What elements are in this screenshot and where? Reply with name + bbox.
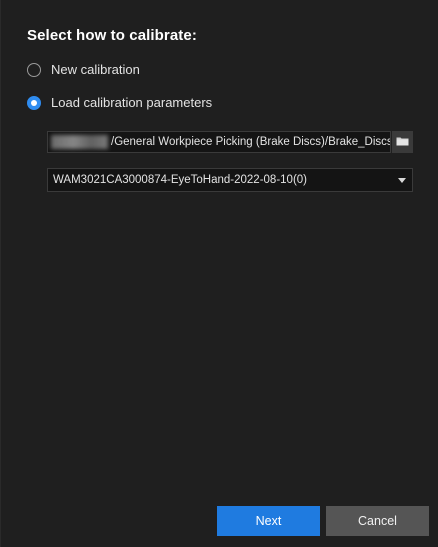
option-label: New calibration [51, 62, 140, 77]
redacted-path-prefix [51, 135, 108, 149]
option-new-calibration[interactable]: New calibration [27, 62, 140, 77]
option-load-calibration-parameters[interactable]: Load calibration parameters [27, 95, 212, 110]
browse-folder-button[interactable] [392, 131, 413, 153]
radio-button-unchecked[interactable] [27, 62, 41, 77]
path-text: /General Workpiece Picking (Brake Discs)… [111, 136, 391, 148]
calibration-dialog: Select how to calibrate: New calibration… [0, 0, 438, 547]
radio-button-checked[interactable] [27, 95, 41, 110]
select-value: WAM3021CA3000874-EyeToHand-2022-08-10(0) [53, 174, 307, 186]
dialog-title: Select how to calibrate: [27, 27, 197, 44]
option-label: Load calibration parameters [51, 95, 213, 110]
calibration-parameters-select[interactable]: WAM3021CA3000874-EyeToHand-2022-08-10(0) [47, 168, 413, 192]
next-button[interactable]: Next [217, 506, 320, 536]
chevron-down-icon[interactable] [398, 177, 406, 183]
cancel-button[interactable]: Cancel [326, 506, 429, 536]
calibration-path-field[interactable]: /General Workpiece Picking (Brake Discs)… [47, 131, 391, 153]
folder-icon [396, 133, 409, 151]
